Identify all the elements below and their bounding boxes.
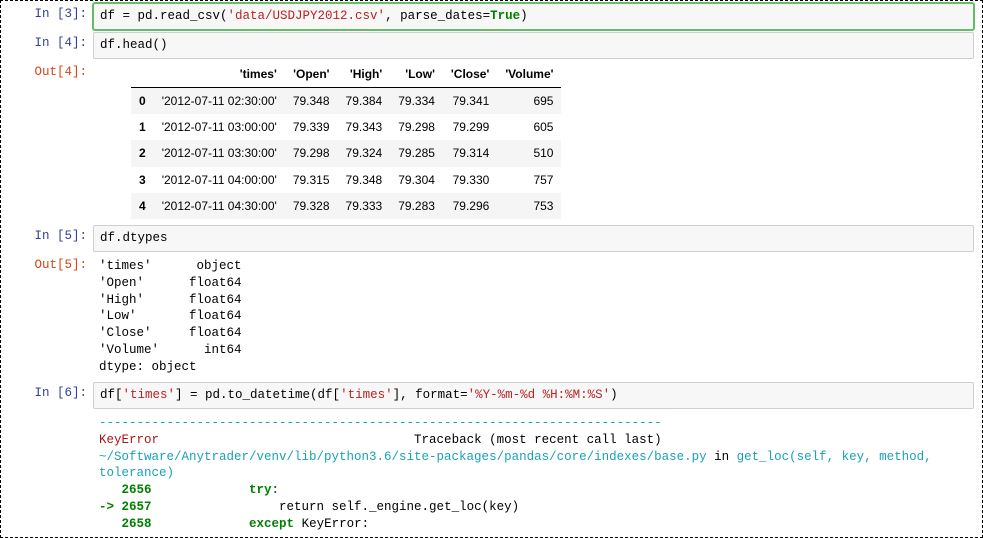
row-index: 1 bbox=[131, 114, 154, 140]
code-string: 'times' bbox=[123, 388, 176, 402]
cell-4-output: Out[4]: 'times' 'Open' 'High' 'Low' 'Clo… bbox=[9, 61, 974, 219]
tb-in: in bbox=[707, 450, 737, 464]
notebook: In [3]: df = pd.read_csv('data/USDJPY201… bbox=[0, 0, 983, 538]
in-prompt: In [5]: bbox=[9, 225, 93, 252]
empty-prompt bbox=[9, 411, 93, 538]
table-row: 4 '2012-07-11 04:30:00' 79.328 79.333 79… bbox=[131, 193, 561, 219]
cell: 79.298 bbox=[390, 114, 443, 140]
tb-except: except bbox=[152, 517, 302, 531]
code-input[interactable]: df = pd.read_csv('data/USDJPY2012.csv', … bbox=[93, 3, 974, 30]
cell: 753 bbox=[497, 193, 561, 219]
out-prompt: Out[5]: bbox=[9, 254, 93, 380]
cell-4: In [4]: df.head() bbox=[9, 32, 974, 59]
code-text: ) bbox=[610, 388, 618, 402]
cell: 79.333 bbox=[338, 193, 391, 219]
table-row: 3 '2012-07-11 04:00:00' 79.315 79.348 79… bbox=[131, 167, 561, 193]
col-close: 'Close' bbox=[443, 61, 497, 88]
tb-separator: ----------------------------------------… bbox=[99, 416, 662, 430]
col-times: 'times' bbox=[154, 61, 285, 88]
traceback: ----------------------------------------… bbox=[93, 411, 974, 538]
tb-path: ~/Software/Anytrader/venv/lib/python3.6/… bbox=[99, 450, 707, 464]
col-high: 'High' bbox=[338, 61, 391, 88]
cell: 79.330 bbox=[443, 167, 497, 193]
cell-6: In [6]: df['times'] = pd.to_datetime(df[… bbox=[9, 382, 974, 409]
cell: '2012-07-11 02:30:00' bbox=[154, 87, 285, 114]
table-row: 0 '2012-07-11 02:30:00' 79.348 79.384 79… bbox=[131, 87, 561, 114]
cell: 79.324 bbox=[338, 140, 391, 166]
cell: 79.384 bbox=[338, 87, 391, 114]
cell: 79.304 bbox=[390, 167, 443, 193]
cell: '2012-07-11 04:30:00' bbox=[154, 193, 285, 219]
tb-try: try: bbox=[152, 483, 280, 497]
tb-lineno: 2658 bbox=[99, 517, 152, 531]
code-text: , parse_dates= bbox=[385, 9, 490, 23]
tb-lineno-arrow: -> 2657 bbox=[99, 500, 152, 514]
code-string: 'data/USDJPY2012.csv' bbox=[228, 9, 386, 23]
dataframe-table: 'times' 'Open' 'High' 'Low' 'Close' 'Vol… bbox=[131, 61, 561, 219]
cell: 79.343 bbox=[338, 114, 391, 140]
code-text: df[ bbox=[100, 388, 123, 402]
table-header-row: 'times' 'Open' 'High' 'Low' 'Close' 'Vol… bbox=[131, 61, 561, 88]
row-index: 4 bbox=[131, 193, 154, 219]
code-input[interactable]: df.dtypes bbox=[93, 225, 974, 252]
out-prompt: Out[4]: bbox=[9, 61, 93, 219]
cell-5-output: Out[5]: 'times' object 'Open' float64 'H… bbox=[9, 254, 974, 380]
row-index: 2 bbox=[131, 140, 154, 166]
tb-line: return self._engine.get_loc(key) bbox=[152, 500, 520, 514]
table-row: 1 '2012-07-11 03:00:00' 79.339 79.343 79… bbox=[131, 114, 561, 140]
col-volume: 'Volume' bbox=[497, 61, 561, 88]
tb-error-tail: Traceback (most recent call last) bbox=[159, 433, 662, 447]
row-index: 0 bbox=[131, 87, 154, 114]
code-text: ] = pd.to_datetime(df[ bbox=[175, 388, 340, 402]
code-text: df.head() bbox=[100, 38, 168, 52]
tb-error-name: KeyError bbox=[99, 433, 159, 447]
cell: 79.339 bbox=[285, 114, 338, 140]
code-string: 'times' bbox=[340, 388, 393, 402]
code-keyword: True bbox=[490, 9, 520, 23]
cell: '2012-07-11 03:00:00' bbox=[154, 114, 285, 140]
tb-except-post: : bbox=[362, 517, 370, 531]
in-prompt: In [3]: bbox=[9, 3, 93, 30]
row-index: 3 bbox=[131, 167, 154, 193]
tb-lineno: 2656 bbox=[99, 483, 152, 497]
cell-6-output: ----------------------------------------… bbox=[9, 411, 974, 538]
in-prompt: In [6]: bbox=[9, 382, 93, 409]
col-index bbox=[131, 61, 154, 88]
code-text: ) bbox=[520, 9, 528, 23]
cell: 695 bbox=[497, 87, 561, 114]
code-input[interactable]: df.head() bbox=[93, 32, 974, 59]
text-output: 'times' object 'Open' float64 'High' flo… bbox=[93, 254, 974, 380]
code-text: ], format= bbox=[393, 388, 468, 402]
cell: 79.314 bbox=[443, 140, 497, 166]
cell: 79.348 bbox=[338, 167, 391, 193]
code-text: df = pd.read_csv( bbox=[100, 9, 228, 23]
tb-func: get_loc bbox=[737, 450, 790, 464]
code-string: '%Y-%m-%d %H:%M:%S' bbox=[468, 388, 611, 402]
table-row: 2 '2012-07-11 03:30:00' 79.298 79.324 79… bbox=[131, 140, 561, 166]
cell-3: In [3]: df = pd.read_csv('data/USDJPY201… bbox=[9, 3, 974, 30]
cell: 79.296 bbox=[443, 193, 497, 219]
cell: 79.341 bbox=[443, 87, 497, 114]
cell: 79.299 bbox=[443, 114, 497, 140]
in-prompt: In [4]: bbox=[9, 32, 93, 59]
tb-except-err: KeyError bbox=[302, 517, 362, 531]
cell: 510 bbox=[497, 140, 561, 166]
cell: 757 bbox=[497, 167, 561, 193]
cell: '2012-07-11 04:00:00' bbox=[154, 167, 285, 193]
cell: 79.283 bbox=[390, 193, 443, 219]
cell-5: In [5]: df.dtypes bbox=[9, 225, 974, 252]
col-open: 'Open' bbox=[285, 61, 338, 88]
cell: '2012-07-11 03:30:00' bbox=[154, 140, 285, 166]
cell: 79.315 bbox=[285, 167, 338, 193]
col-low: 'Low' bbox=[390, 61, 443, 88]
cell: 605 bbox=[497, 114, 561, 140]
cell: 79.334 bbox=[390, 87, 443, 114]
cell: 79.298 bbox=[285, 140, 338, 166]
code-input[interactable]: df['times'] = pd.to_datetime(df['times']… bbox=[93, 382, 974, 409]
code-text: df.dtypes bbox=[100, 231, 168, 245]
cell: 79.348 bbox=[285, 87, 338, 114]
cell: 79.328 bbox=[285, 193, 338, 219]
cell: 79.285 bbox=[390, 140, 443, 166]
